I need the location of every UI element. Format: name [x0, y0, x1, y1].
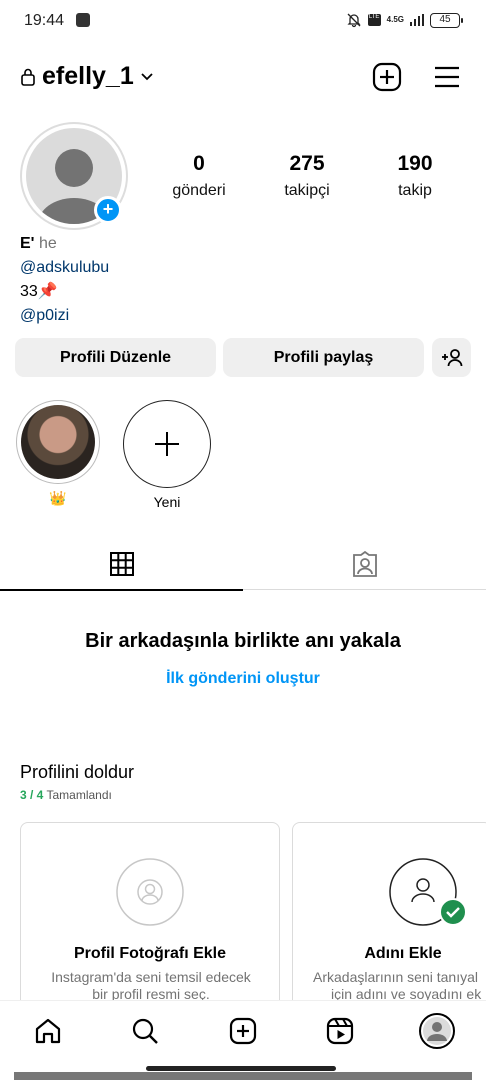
add-person-icon	[441, 349, 462, 367]
nav-search[interactable]	[127, 1013, 163, 1049]
reels-icon	[326, 1017, 354, 1045]
new-highlight-circle	[123, 400, 211, 488]
progress-label: Tamamlandı	[46, 788, 112, 802]
stat-label: gönderi	[172, 182, 226, 199]
bio-mention-adskulubu[interactable]: @adskulubu	[20, 256, 109, 280]
status-time: 19:44	[24, 12, 65, 29]
nav-reels[interactable]	[322, 1013, 358, 1049]
card-title: Profil Fotoğrafı Ekle	[73, 945, 226, 962]
bio-mention-p0izi[interactable]: @p0izi	[20, 304, 109, 328]
discover-people-button[interactable]	[432, 338, 471, 377]
plus-square-icon[interactable]	[372, 62, 402, 92]
profile-photo-placeholder-icon	[116, 858, 184, 926]
card-desc-line: Instagram'da seni temsil edecek	[51, 969, 251, 985]
stat-value: 190	[397, 152, 433, 175]
card-desc-line: Arkadaşlarının seni tanıyal	[313, 969, 478, 985]
search-icon	[132, 1018, 158, 1044]
chevron-down-icon	[141, 72, 153, 80]
card-add-name[interactable]: Adını Ekle Arkadaşlarının seni tanıyal i…	[292, 822, 486, 1022]
bell-off-icon	[347, 13, 361, 28]
create-icon	[229, 1017, 257, 1045]
stat-label: takip	[398, 182, 432, 199]
profile-header: efelly_1	[0, 58, 486, 98]
share-profile-button[interactable]: Profili paylaş	[223, 338, 424, 377]
card-add-profile-photo[interactable]: Profil Fotoğrafı Ekle Instagram'da seni …	[20, 822, 280, 1022]
status-indicators: LTE 4.5G 45	[346, 12, 463, 28]
name-completed-icon	[389, 858, 467, 926]
signal-icon	[410, 14, 424, 26]
add-story-plus-icon[interactable]: +	[94, 196, 122, 224]
tagged-person-icon	[352, 550, 377, 577]
story-highlight-crown[interactable]: 👑	[16, 400, 100, 507]
pronouns: he	[38, 235, 57, 252]
create-first-post-link[interactable]: İlk gönderini oluştur	[0, 670, 486, 688]
stat-posts[interactable]: 0 gönderi	[154, 152, 244, 200]
status-bar: 19:44 LTE 4.5G 45	[0, 0, 486, 44]
stat-followers[interactable]: 275 takipçi	[262, 152, 352, 200]
home-indicator[interactable]	[146, 1066, 336, 1071]
lock-icon	[21, 68, 35, 86]
tab-tagged[interactable]	[243, 538, 486, 590]
hamburger-menu-icon[interactable]	[432, 62, 462, 92]
card-description: Arkadaşlarının seni tanıyal için adını v…	[313, 969, 486, 1003]
display-name: E'	[20, 235, 35, 252]
active-tab-indicator	[0, 589, 243, 591]
username: efelly_1	[42, 62, 134, 90]
volte-icon: LTE	[367, 14, 381, 26]
tab-posts-grid[interactable]	[0, 538, 243, 591]
network-type: 4.5G	[386, 15, 404, 24]
profile-bio: E' he @adskulubu 33📌 @p0izi	[20, 232, 109, 328]
notification-app-icon	[76, 13, 90, 27]
highlight-cover-photo	[21, 405, 95, 479]
card-title: Adını Ekle	[364, 945, 442, 962]
empty-state-title: Bir arkadaşınla birlikte anı yakala	[85, 630, 401, 652]
nav-create[interactable]	[225, 1013, 261, 1049]
stat-value: 275	[289, 152, 325, 175]
complete-profile-progress: 3 / 4 Tamamlandı	[20, 788, 112, 802]
highlight-label: 👑	[49, 490, 67, 506]
progress-count: 3 / 4	[20, 788, 44, 802]
bio-name-line: E' he	[20, 232, 109, 256]
bottom-navigation	[0, 1000, 486, 1060]
system-nav-strip	[14, 1072, 472, 1080]
new-highlight[interactable]: Yeni	[123, 400, 211, 510]
stat-value: 0	[193, 152, 205, 175]
nav-home[interactable]	[30, 1013, 66, 1049]
bio-text-line: 33📌	[20, 283, 58, 300]
highlight-label: Yeni	[153, 494, 181, 510]
stat-following[interactable]: 190 takip	[370, 152, 460, 200]
complete-profile-title: Profilini doldur	[20, 762, 135, 782]
home-icon	[35, 1018, 61, 1044]
plus-icon	[155, 432, 179, 456]
card-description: Instagram'da seni temsil edecek bir prof…	[31, 969, 271, 1003]
stat-label: takipçi	[284, 182, 330, 199]
profile-avatar-icon	[419, 1013, 455, 1049]
nav-profile[interactable]	[419, 1013, 455, 1049]
account-switcher[interactable]: efelly_1	[20, 62, 154, 91]
battery-indicator: 45	[430, 12, 463, 28]
profile-content-tabs	[0, 538, 486, 591]
highlight-cover-ring	[16, 400, 100, 484]
grid-icon	[109, 552, 134, 576]
edit-profile-button[interactable]: Profili Düzenle	[15, 338, 216, 377]
